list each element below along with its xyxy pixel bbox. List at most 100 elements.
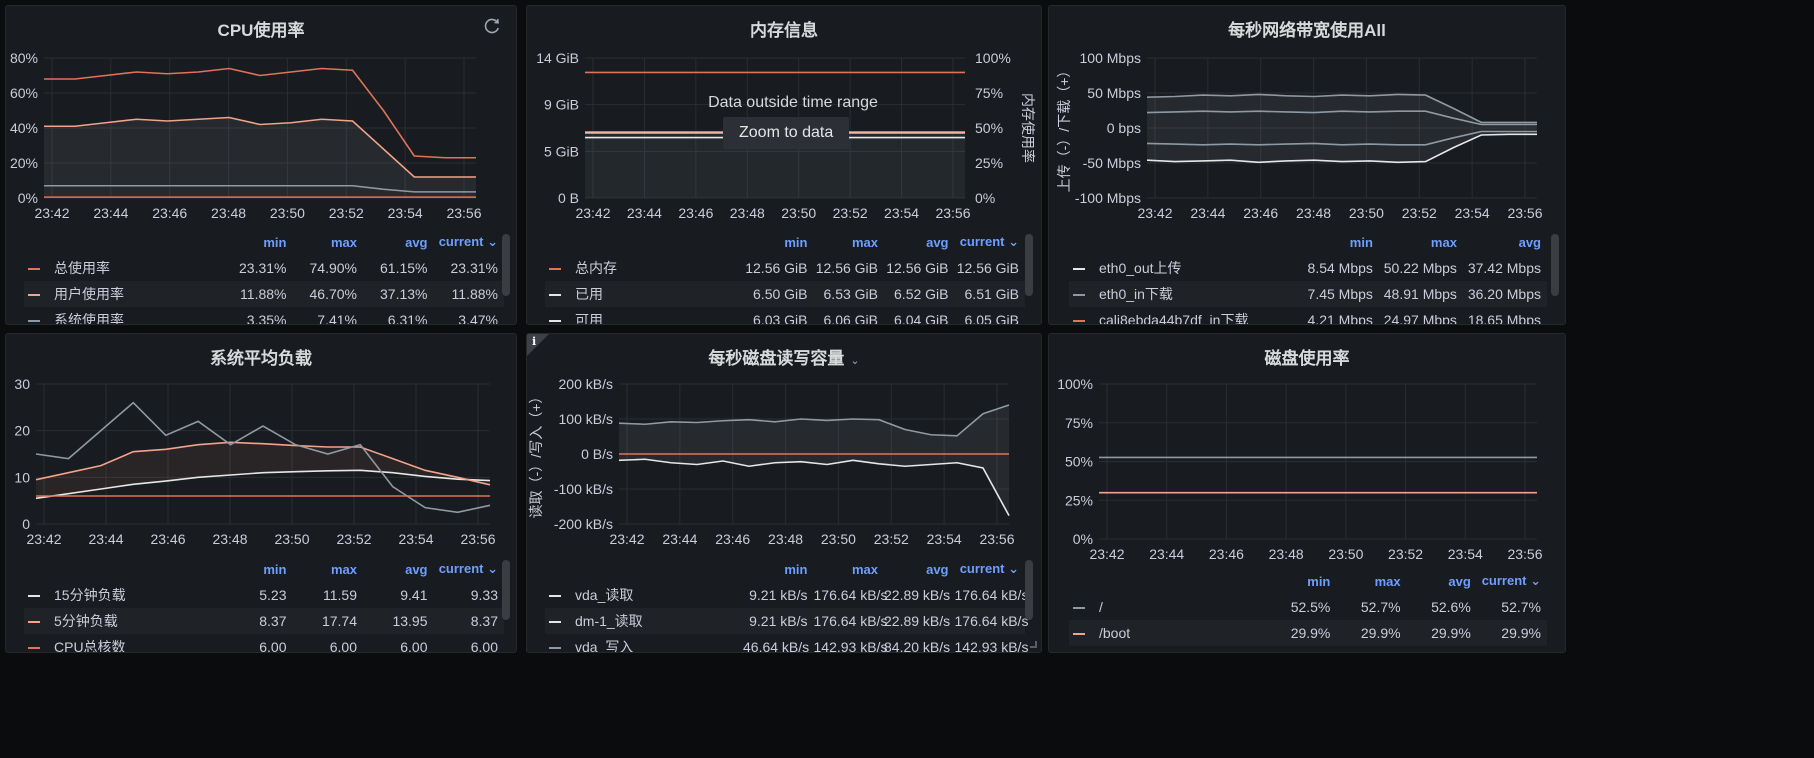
legend-header-cell[interactable]: current ⌄: [955, 556, 1026, 582]
legend-header-cell[interactable]: min: [743, 556, 814, 582]
legend-header-cell[interactable]: max: [1379, 229, 1463, 255]
legend-header-cell[interactable]: avg: [1407, 568, 1477, 594]
x-tick-label: 23:56: [979, 531, 1014, 547]
legend-value: 7.41%: [317, 312, 357, 325]
legend-header-cell[interactable]: avg: [1463, 229, 1547, 255]
disk-usage-chart[interactable]: 100% 75% 50% 25% 0%23:42 23:44 23:46 23:48 23:50…: [1049, 334, 1566, 564]
legend-header-name: [24, 556, 222, 582]
legend-series-name[interactable]: 用户使用率: [24, 281, 222, 307]
legend-header-cell[interactable]: max: [814, 556, 885, 582]
legend-header-cell[interactable]: min: [1266, 568, 1336, 594]
legend-header-cell[interactable]: current ⌄: [434, 229, 505, 255]
y-tick-label: 10: [14, 469, 30, 485]
legend-header-cell[interactable]: max: [293, 229, 364, 255]
legend-scrollbar[interactable]: [1025, 234, 1033, 296]
legend-series-name[interactable]: eth0_in下载: [1069, 281, 1295, 307]
x-tick-label: 23:46: [1243, 205, 1278, 221]
legend-header: min max avg current ⌄: [24, 229, 504, 255]
disk-io-chart[interactable]: 200 kB/s 100 kB/s 0 B/s -100 kB/s -200 kB/s 读…: [527, 334, 1042, 564]
legend-header-cell[interactable]: min: [222, 556, 293, 582]
legend-row[interactable]: vda_读取 9.21 kB/s 176.64 kB/s 22.89 kB/s 176.…: [545, 582, 1029, 608]
legend-row[interactable]: vda_写入 46.64 kB/s 142.93 kB/s 84.20 kB/s 142…: [545, 634, 1028, 652]
legend-header-cell[interactable]: min: [1295, 229, 1379, 255]
legend-row[interactable]: /boot 29.9% 29.9% 29.9% 29.9%: [1069, 620, 1547, 646]
legend-series-name[interactable]: dm-1_读取: [545, 608, 743, 634]
x-tick-label: 23:54: [1455, 205, 1490, 221]
legend-series-name[interactable]: 系统使用率: [24, 307, 222, 324]
legend-scrollbar[interactable]: [502, 234, 510, 296]
legend-value: 6.00: [329, 639, 357, 653]
x-tick-label: 23:48: [730, 205, 765, 221]
resize-handle-icon[interactable]: [1030, 641, 1037, 648]
x-tick-label: 23:48: [1296, 205, 1331, 221]
legend-row[interactable]: 用户使用率 11.88% 46.70% 37.13% 11.88%: [24, 281, 504, 307]
legend-value: 12.56 GiB: [815, 260, 878, 276]
network-bandwidth-chart[interactable]: 100 Mbps 50 Mbps 0 bps -50 Mbps -100 Mbps上传（…: [1049, 6, 1566, 236]
legend-row[interactable]: / 52.5% 52.7% 52.6% 52.7%: [1069, 594, 1547, 620]
legend-row[interactable]: 可用 6.03 GiB 6.06 GiB 6.04 GiB 6.05 GiB: [545, 307, 1025, 324]
legend-header-name: [24, 229, 222, 255]
legend-row[interactable]: eth0_in下载 7.45 Mbps 48.91 Mbps 36.20 Mbps: [1069, 281, 1547, 307]
legend-value: 12.56 GiB: [956, 260, 1019, 276]
legend-value: 176.64 kB/s: [954, 587, 1029, 603]
legend-header-cell[interactable]: current ⌄: [1477, 568, 1547, 594]
legend-header-cell[interactable]: avg: [363, 556, 434, 582]
legend-series-name[interactable]: 已用: [545, 281, 743, 307]
legend-series-name[interactable]: CPU总核数: [24, 634, 222, 652]
legend-header-cell[interactable]: current ⌄: [955, 229, 1026, 255]
x-tick-label: 23:48: [768, 531, 803, 547]
legend-row[interactable]: dm-1_读取 9.21 kB/s 176.64 kB/s 22.89 kB/s 176…: [545, 608, 1028, 634]
legend-header-cell[interactable]: max: [1336, 568, 1406, 594]
legend-series-name[interactable]: eth0_out上传: [1069, 255, 1295, 281]
legend-header-cell[interactable]: max: [814, 229, 885, 255]
legend-header: min max avg current ⌄: [545, 229, 1025, 255]
legend-row[interactable]: 系统使用率 3.35% 7.41% 6.31% 3.47%: [24, 307, 504, 325]
legend-header-cell[interactable]: min: [743, 229, 814, 255]
legend-header-cell[interactable]: min: [222, 229, 293, 255]
legend-value: 29.9%: [1476, 620, 1547, 646]
legend-header-cell[interactable]: avg: [884, 556, 955, 582]
legend-scrollbar[interactable]: [1025, 560, 1033, 620]
y-tick-label: 0: [22, 516, 30, 532]
legend-series-name[interactable]: 总内存: [545, 255, 743, 281]
legend-value: 6.00: [400, 639, 428, 653]
legend-header-cell[interactable]: avg: [363, 229, 434, 255]
legend-series-name[interactable]: 5分钟负载: [24, 608, 222, 634]
load-average-chart[interactable]: 30 20 10 023:42 23:44 23:46 23:48 23:50 23:52 23:…: [6, 334, 517, 564]
x-tick-label: 23:44: [88, 531, 123, 547]
legend-scrollbar[interactable]: [502, 560, 510, 620]
legend-value: 8.37: [433, 608, 504, 634]
legend-series-name[interactable]: cali8ebda44b7df_in下载: [1069, 307, 1295, 324]
legend-series-name[interactable]: vda_读取: [545, 582, 743, 608]
legend-value: 12.56 GiB: [886, 260, 949, 276]
legend-row[interactable]: cali8ebda44b7df_in下载 4.21 Mbps 24.97 Mbps 1…: [1069, 307, 1547, 324]
legend-header-cell[interactable]: current ⌄: [434, 556, 505, 582]
x-tick-label: 23:52: [336, 531, 371, 547]
load-legend: min max avg current ⌄ 15分钟负载 5.23 11.59 9.41 9.3…: [24, 556, 505, 653]
y-tick-label: 100%: [1057, 376, 1093, 392]
legend-series-name[interactable]: 15分钟负载: [24, 582, 222, 608]
legend-value: 52.7%: [1501, 599, 1541, 615]
cpu-usage-chart[interactable]: 80% 60% 40% 20% 0%23:42 23:44 23:46 23:48 23:50 2…: [6, 6, 517, 236]
legend-row[interactable]: 15分钟负载 5.23 11.59 9.41 9.33: [24, 582, 504, 608]
legend-header-cell[interactable]: avg: [884, 229, 955, 255]
y-right-tick-label: 50%: [975, 120, 1003, 136]
legend-series-name[interactable]: /boot: [1069, 620, 1267, 646]
legend-scrollbar[interactable]: [1551, 234, 1559, 296]
legend-row[interactable]: 已用 6.50 GiB 6.53 GiB 6.52 GiB 6.51 GiB: [545, 281, 1025, 307]
legend-row[interactable]: 总使用率 23.31% 74.90% 61.15% 23.31%: [24, 255, 504, 281]
legend-value: 17.74: [292, 608, 363, 634]
legend-value: 61.15%: [380, 260, 428, 276]
legend-series-name[interactable]: vda_写入: [545, 634, 743, 652]
legend-header-cell[interactable]: max: [293, 556, 364, 582]
legend-row[interactable]: 5分钟负载 8.37 17.74 13.95 8.37: [24, 608, 504, 634]
legend-series-name[interactable]: 可用: [545, 307, 743, 324]
legend-row[interactable]: 总内存 12.56 GiB 12.56 GiB 12.56 GiB 12.56 GiB: [545, 255, 1025, 281]
legend-row[interactable]: CPU总核数 6.00 6.00 6.00 6.00: [24, 634, 504, 653]
zoom-to-data-button[interactable]: Zoom to data: [723, 117, 850, 149]
legend-series-name[interactable]: 总使用率: [24, 255, 222, 281]
legend-value: 29.9%: [1336, 620, 1407, 646]
legend-series-name[interactable]: /: [1069, 594, 1266, 620]
legend-row[interactable]: eth0_out上传 8.54 Mbps 50.22 Mbps 37.42 Mbps: [1069, 255, 1547, 281]
x-tick-label: 23:56: [460, 531, 495, 547]
